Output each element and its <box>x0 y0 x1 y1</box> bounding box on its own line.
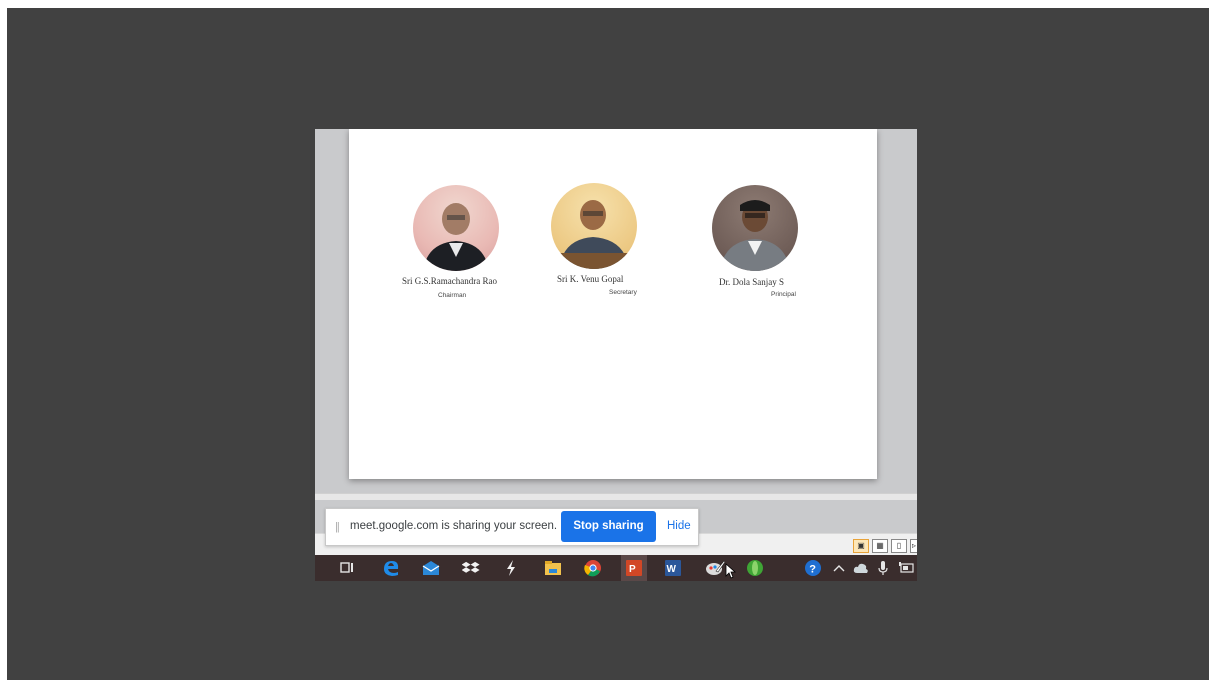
stop-sharing-button[interactable]: Stop sharing <box>561 511 656 542</box>
powerpoint-icon[interactable]: P <box>621 555 647 581</box>
help-icon[interactable]: ? <box>803 558 823 578</box>
slide-sorter-strip <box>315 493 917 500</box>
share-message: meet.google.com is sharing your screen. <box>350 520 558 532</box>
drag-handle-icon[interactable]: || <box>335 520 341 534</box>
person-name: Sri K. Venu Gopal <box>557 274 624 284</box>
edge-icon[interactable] <box>381 558 401 578</box>
slide-sorter-icon[interactable]: ▦ <box>872 539 888 553</box>
person-role: Chairman <box>438 292 467 299</box>
svg-text:W: W <box>667 564 677 575</box>
slide: Sri G.S.Ramachandra Rao Chairman Sri K. … <box>349 129 877 479</box>
screen-share-stage: Sri G.S.Ramachandra Rao Chairman Sri K. … <box>7 8 1209 680</box>
avatar-chairman <box>413 185 499 271</box>
normal-view-icon[interactable]: ▣ <box>853 539 869 553</box>
dropbox-icon[interactable] <box>461 558 481 578</box>
avatar-secretary <box>551 183 637 269</box>
person-role: Principal <box>771 291 796 298</box>
mouse-cursor-icon <box>725 563 737 579</box>
view-buttons: ▣ ▦ ▯ ▹ <box>853 538 917 554</box>
shared-screen: Sri G.S.Ramachandra Rao Chairman Sri K. … <box>315 129 917 581</box>
reading-view-icon[interactable]: ▯ <box>891 539 907 553</box>
svg-text:P: P <box>629 564 636 575</box>
svg-text:?: ? <box>809 564 816 576</box>
person-role: Secretary <box>609 289 637 296</box>
avatar-principal <box>712 185 798 271</box>
chevron-up-icon[interactable] <box>829 558 849 578</box>
hide-button[interactable]: Hide <box>667 520 691 532</box>
slack-icon[interactable] <box>501 558 521 578</box>
microphone-icon[interactable] <box>873 558 893 578</box>
screen-share-notification: || meet.google.com is sharing your scree… <box>325 508 699 546</box>
mail-icon[interactable] <box>421 558 441 578</box>
battery-icon[interactable] <box>897 558 917 578</box>
word-icon[interactable]: W <box>663 558 683 578</box>
chrome-icon[interactable] <box>583 558 603 578</box>
cloud-icon[interactable] <box>851 558 871 578</box>
windows-taskbar: P W ? <box>315 555 917 581</box>
paint-icon[interactable] <box>705 558 725 578</box>
task-view-icon[interactable] <box>337 558 357 578</box>
slideshow-icon[interactable]: ▹ <box>910 539 917 553</box>
person-name: Dr. Dola Sanjay S <box>719 277 784 287</box>
file-explorer-icon[interactable] <box>543 558 563 578</box>
person-name: Sri G.S.Ramachandra Rao <box>402 276 497 286</box>
green-app-icon[interactable] <box>745 558 765 578</box>
